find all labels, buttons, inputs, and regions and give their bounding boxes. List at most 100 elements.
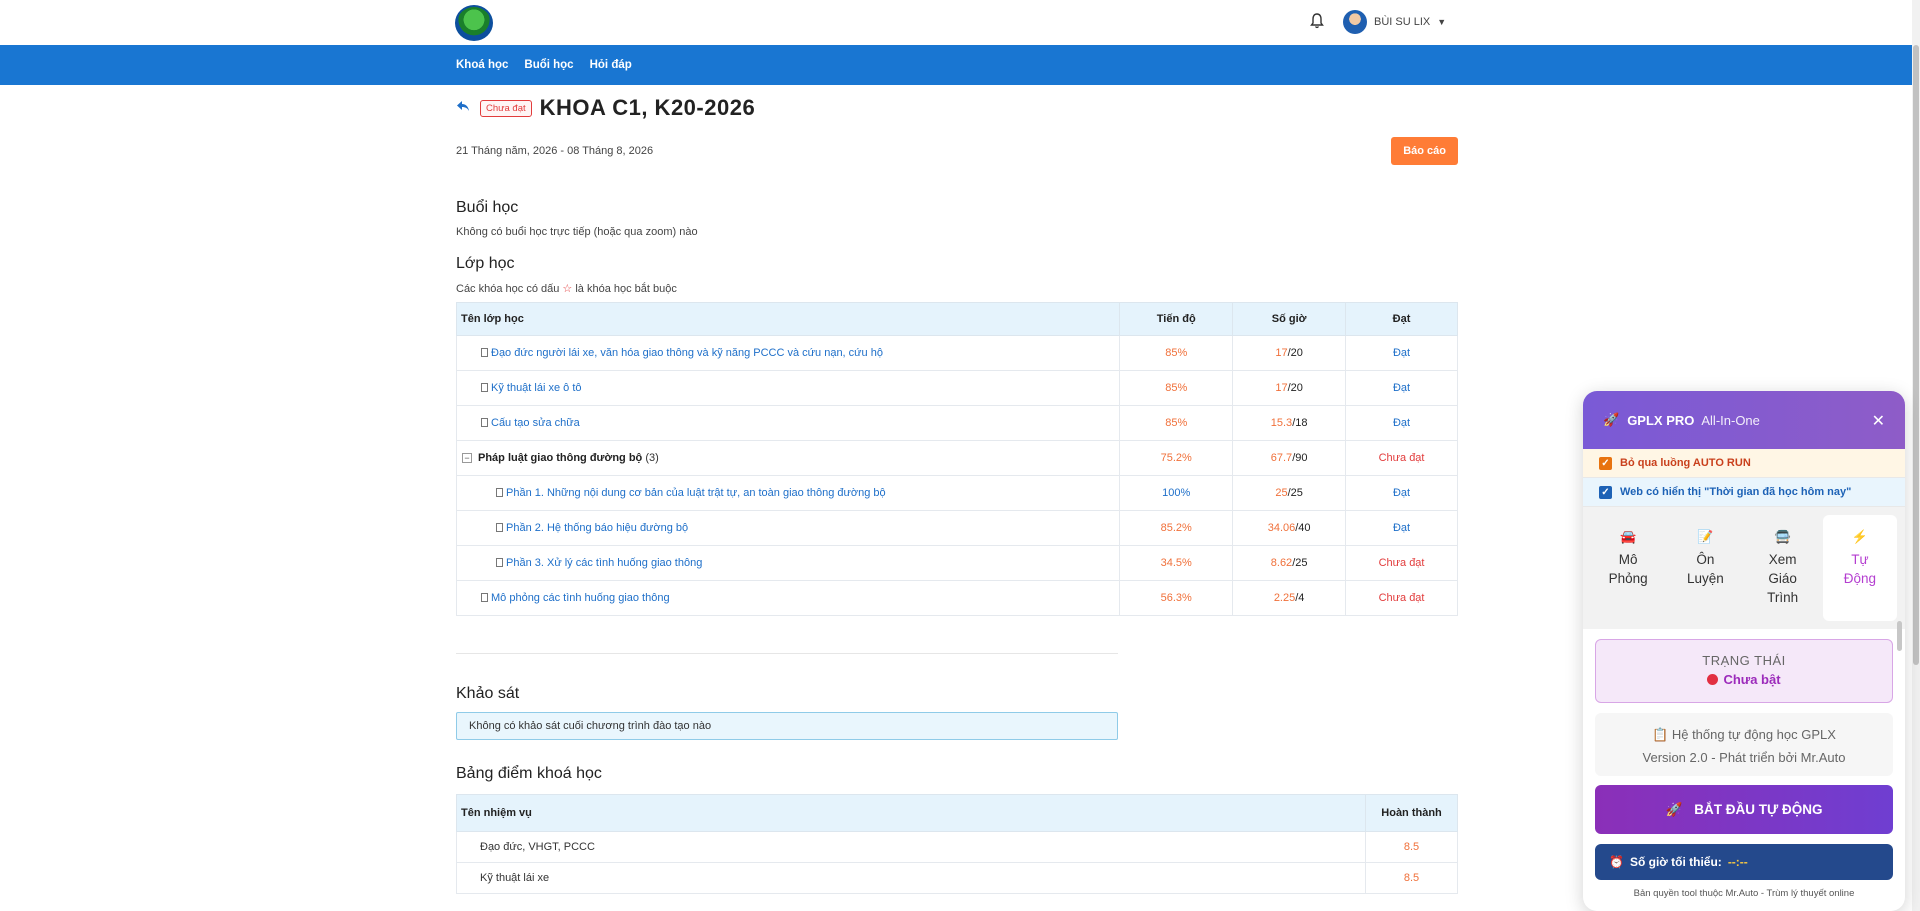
tab-auto[interactable]: ⚡ Tự Động	[1822, 515, 1897, 621]
document-icon	[496, 523, 503, 532]
back-arrow-icon[interactable]	[456, 99, 472, 117]
classes-note-before: Các khóa học có dấu	[456, 283, 560, 295]
hours-total: /4	[1295, 592, 1305, 604]
info-card: 📋 Hệ thống tự động học GPLX Version 2.0 …	[1595, 713, 1893, 776]
table-row: Đạo đức, VHGT, PCCC 8.5	[455, 831, 1458, 863]
tab-practice[interactable]: 📝 Ôn Luyện	[1668, 515, 1742, 621]
class-link[interactable]: Phần 3. Xử lý các tình huống giao thông	[506, 557, 702, 569]
panel-header: 🚀 GPLX PRO All-In-One ✕	[1583, 391, 1905, 449]
sessions-note: Không có buổi học trực tiếp (hoặc qua zo…	[456, 226, 698, 238]
hours-total: /90	[1292, 452, 1308, 464]
user-menu[interactable]: BÙI SU LIX ▼	[1343, 10, 1446, 34]
page-scrollbar[interactable]	[1912, 0, 1920, 911]
status-label: TRẠNG THÁI	[1702, 653, 1786, 668]
progress-value: 56.3%	[1119, 580, 1234, 616]
hours-done: 2.25	[1273, 592, 1296, 604]
tab-label: Giáo	[1768, 571, 1797, 586]
tab-label: Ôn	[1696, 552, 1715, 567]
hours-total: /20	[1287, 382, 1303, 394]
class-link[interactable]: Phần 1. Những nội dung cơ bản của luật t…	[506, 487, 886, 499]
page-title: KHOA C1, K20-2026	[539, 95, 756, 120]
tab-simulation[interactable]: 🚘 Mô Phỏng	[1591, 515, 1665, 621]
status-value: Chưa bật	[1723, 672, 1781, 687]
nav-item-sessions[interactable]: Buổi học	[524, 59, 573, 71]
panel-footer: Bản quyền tool thuộc Mr.Auto - Trùm lý t…	[1633, 888, 1855, 899]
info-line-1: 📋 Hệ thống tự động học GPLX	[1652, 727, 1836, 742]
class-link[interactable]: Mô phỏng các tình huống giao thông	[491, 592, 670, 604]
close-icon[interactable]: ✕	[1872, 411, 1885, 431]
survey-heading: Khảo sát	[456, 685, 520, 702]
tab-curriculum[interactable]: 🚍 Xem Giáo Trình	[1746, 515, 1820, 621]
time-display-checkbox[interactable]: ✓ Web có hiển thị "Thời gian đã học hôm …	[1583, 478, 1905, 507]
required-star-icon: ☆	[562, 283, 573, 295]
class-link[interactable]: Cấu tạo sửa chữa	[491, 417, 580, 429]
column-header-name: Tên lớp học	[455, 302, 1121, 336]
table-header-row: Tên lớp học Tiến độ Số giờ Đạt	[455, 302, 1458, 336]
min-hours-value: --:--	[1727, 855, 1748, 869]
classes-heading: Lớp học	[456, 255, 515, 272]
class-link[interactable]: Phần 2. Hệ thống báo hiệu đường bộ	[506, 522, 688, 534]
chevron-down-icon: ▼	[1437, 17, 1447, 27]
table-header-row: Tên nhiệm vụ Hoàn thành	[455, 794, 1458, 832]
table-row: Phần 2. Hệ thống báo hiệu đường bộ 85.2%…	[455, 510, 1458, 546]
task-name: Đạo đức, VHGT, PCCC	[455, 831, 1367, 863]
course-dates: 21 Tháng năm, 2026 - 08 Tháng 8, 2026	[456, 145, 654, 157]
document-icon	[481, 418, 488, 427]
checkbox-label: Web có hiển thị "Thời gian đã học hôm na…	[1620, 486, 1852, 498]
skip-autorun-checkbox[interactable]: ✓ Bỏ qua luồng AUTO RUN	[1583, 449, 1905, 478]
nav-item-qa[interactable]: Hỏi đáp	[590, 59, 632, 71]
classes-note: Các khóa học có dấu ☆ là khóa học bắt bu…	[456, 282, 1458, 295]
divider	[456, 653, 1118, 654]
column-header-result: Đạt	[1345, 302, 1458, 336]
class-link[interactable]: Kỹ thuật lái xe ô tô	[491, 382, 582, 394]
scrollbar-thumb[interactable]	[1913, 45, 1919, 665]
result-value: Đạt	[1345, 510, 1458, 546]
scores-heading: Bảng điểm khoá học	[456, 765, 602, 782]
table-row: Phần 1. Những nội dung cơ bản của luật t…	[455, 475, 1458, 511]
red-dot-icon	[1707, 674, 1719, 685]
group-count: (3)	[645, 452, 659, 464]
tab-label: Động	[1843, 571, 1877, 586]
hours-total: /40	[1295, 522, 1311, 534]
table-row: Đạo đức người lái xe, văn hóa giao thông…	[455, 335, 1458, 371]
tab-label: Phỏng	[1608, 571, 1648, 586]
panel-title: GPLX PRO	[1627, 412, 1695, 428]
document-icon	[481, 383, 488, 392]
rocket-icon: 🚀	[1603, 412, 1620, 427]
table-row: Kỹ thuật lái xe 8.5	[455, 862, 1458, 894]
document-icon	[481, 348, 488, 357]
hours-total: /18	[1292, 417, 1308, 429]
tab-label: Luyện	[1686, 571, 1724, 586]
table-row: Cấu tạo sửa chữa 85% 15.3/18 Đạt	[455, 405, 1458, 441]
start-button-label: BẮT ĐẦU TỰ ĐỘNG	[1694, 802, 1823, 817]
notification-bell-icon[interactable]	[1309, 12, 1325, 30]
document-icon	[481, 593, 488, 602]
avatar	[1343, 10, 1367, 34]
min-hours-bar: ⏰ Số giờ tối thiểu: --:--	[1595, 844, 1893, 880]
panel-tabs: 🚘 Mô Phỏng 📝 Ôn Luyện 🚍 Xem Giáo Trình ⚡…	[1583, 507, 1905, 629]
class-link[interactable]: Đạo đức người lái xe, văn hóa giao thông…	[491, 347, 883, 359]
checkbox-checked-icon[interactable]: ✓	[1599, 456, 1612, 470]
panel-scrollbar[interactable]	[1897, 621, 1902, 651]
progress-value: 85.2%	[1119, 510, 1234, 546]
status-value-row: Chưa bật	[1596, 672, 1892, 687]
start-auto-button[interactable]: 🚀 BẮT ĐẦU TỰ ĐỘNG	[1595, 785, 1893, 834]
checkbox-label: Bỏ qua luồng AUTO RUN	[1620, 457, 1751, 469]
collapse-toggle-icon[interactable]: −	[462, 453, 472, 463]
classes-note-after: là khóa học bắt buộc	[575, 283, 677, 295]
status-badge: Chưa đạt	[480, 99, 532, 117]
site-logo[interactable]	[455, 5, 493, 41]
survey-note: Không có khảo sát cuối chương trình đào …	[456, 712, 1118, 740]
report-button[interactable]: Báo cáo	[1391, 137, 1458, 165]
hours-done: 17	[1275, 347, 1288, 359]
checkbox-checked-icon[interactable]: ✓	[1599, 485, 1612, 499]
tab-label: Xem	[1768, 552, 1797, 567]
tab-label: Mô	[1618, 552, 1638, 567]
table-row: Mô phỏng các tình huống giao thông 56.3%…	[455, 580, 1458, 616]
user-name: BÙI SU LIX	[1374, 16, 1431, 28]
hours-done: 67.7	[1270, 452, 1293, 464]
status-card: TRẠNG THÁI Chưa bật	[1595, 639, 1893, 703]
nav-item-courses[interactable]: Khoá học	[456, 59, 508, 71]
document-icon	[496, 488, 503, 497]
hours-done: 17	[1275, 382, 1288, 394]
